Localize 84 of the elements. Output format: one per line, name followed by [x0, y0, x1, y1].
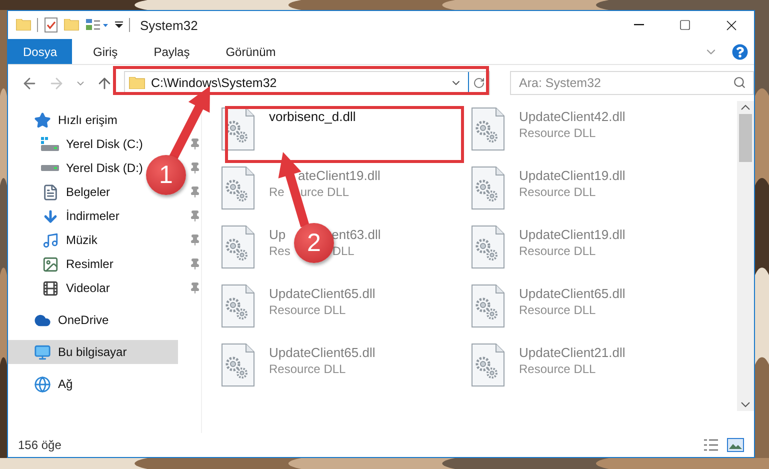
maximize-icon: [679, 19, 691, 31]
gear-file-icon: [471, 343, 505, 387]
ribbon-tab[interactable]: Giriş: [78, 39, 133, 64]
sidebar-item[interactable]: Bu bilgisayar: [8, 340, 178, 364]
details-view-icon[interactable]: [703, 438, 719, 452]
document-icon: [42, 184, 58, 200]
search-field[interactable]: Ara: System32: [510, 71, 754, 95]
file-name[interactable]: UpdateClient42.dll: [519, 109, 626, 124]
file-name[interactable]: UpdateClient65.dll: [269, 345, 376, 360]
file-type: Resource DLL: [269, 303, 346, 317]
ribbon-tab[interactable]: Görünüm: [210, 39, 291, 64]
file-type: Re: [269, 185, 284, 199]
file-name[interactable]: UpdateClient19.dll: [519, 168, 626, 183]
scrollbar[interactable]: [737, 101, 754, 411]
checklist-icon[interactable]: [44, 17, 58, 33]
file-name[interactable]: vorbisenc_d.dll: [269, 109, 356, 124]
file-type: urce DLL: [300, 185, 350, 199]
gear-file-icon: [471, 107, 505, 151]
gear-file-icon: [471, 166, 505, 210]
scroll-up-icon[interactable]: [741, 104, 750, 110]
file-type: Resource DLL: [519, 303, 596, 317]
sidebar-item[interactable]: İndirmeler: [66, 209, 120, 223]
customize-caret-icon[interactable]: [115, 21, 123, 29]
window-title: System32: [140, 18, 198, 32]
help-icon[interactable]: [732, 44, 748, 60]
film-icon: [42, 280, 58, 296]
sidebar-item[interactable]: Belgeler: [66, 185, 110, 199]
file-name[interactable]: ent63.dll: [332, 227, 381, 242]
sidebar-item[interactable]: Ağ: [8, 372, 178, 396]
ribbon-tab[interactable]: Dosya: [8, 39, 72, 64]
star-icon: [34, 112, 50, 128]
refresh-icon[interactable]: [473, 77, 485, 89]
file-name[interactable]: UpdateClient65.dll: [519, 286, 626, 301]
music-note-icon: [42, 232, 58, 248]
file-type: DLL: [332, 244, 354, 258]
pin-icon[interactable]: [189, 234, 201, 246]
file-type: Resource DLL: [519, 126, 596, 140]
pin-icon[interactable]: [189, 282, 201, 294]
sidebar-item[interactable]: Videolar: [66, 281, 110, 295]
download-icon: [42, 208, 58, 224]
new-folder-icon: [64, 19, 79, 31]
file-type: Resource DLL: [519, 362, 596, 376]
file-name[interactable]: Up: [269, 227, 286, 242]
scroll-thumb[interactable]: [739, 114, 752, 162]
scroll-down-icon[interactable]: [741, 402, 750, 408]
gear-file-icon: [221, 284, 255, 328]
sidebar-item[interactable]: OneDrive: [8, 308, 178, 332]
file-name[interactable]: UpdateClient65.dll: [269, 286, 376, 301]
properties-icon[interactable]: [85, 18, 109, 32]
pin-icon[interactable]: [189, 138, 201, 150]
item-count: 156 öğe: [18, 438, 62, 452]
search-icon: [733, 76, 746, 89]
large-icons-view-icon[interactable]: [727, 438, 744, 452]
sidebar-item[interactable]: Yerel Disk (C:): [66, 137, 143, 151]
file-name[interactable]: UpdateClient21.dll: [519, 345, 626, 360]
drive-icon: [41, 137, 59, 151]
folder-icon: [129, 77, 145, 89]
file-type: Resource DLL: [269, 362, 346, 376]
minimize-icon: [634, 24, 644, 26]
pin-icon[interactable]: [189, 186, 201, 198]
folder-icon: [16, 19, 31, 31]
pin-icon[interactable]: [189, 210, 201, 222]
drive-icon: [41, 165, 59, 171]
file-type: Resource DLL: [519, 244, 596, 258]
gear-file-icon: [221, 166, 255, 210]
file-name[interactable]: UpdateClient19.dll: [519, 227, 626, 242]
gear-file-icon: [471, 284, 505, 328]
gear-file-icon: [221, 343, 255, 387]
image-icon: [42, 256, 58, 272]
monitor-icon: [34, 344, 50, 360]
sidebar-item[interactable]: Yerel Disk (D:): [66, 161, 143, 175]
address-path: C:\Windows\System32: [151, 76, 278, 90]
file-name[interactable]: ateClient19.dll: [298, 168, 380, 183]
file-type: Res: [269, 244, 290, 258]
file-type: Resource DLL: [519, 185, 596, 199]
pin-icon[interactable]: [189, 162, 201, 174]
gear-file-icon: [471, 225, 505, 269]
ribbon-tab[interactable]: Paylaş: [138, 39, 205, 64]
sidebar-item[interactable]: Resimler: [66, 257, 114, 271]
sidebar-item[interactable]: Müzik: [66, 233, 98, 247]
gear-file-icon: [221, 225, 255, 269]
sidebar-item[interactable]: Hızlı erişim: [8, 108, 178, 132]
pin-icon[interactable]: [189, 258, 201, 270]
globe-icon: [34, 376, 50, 392]
